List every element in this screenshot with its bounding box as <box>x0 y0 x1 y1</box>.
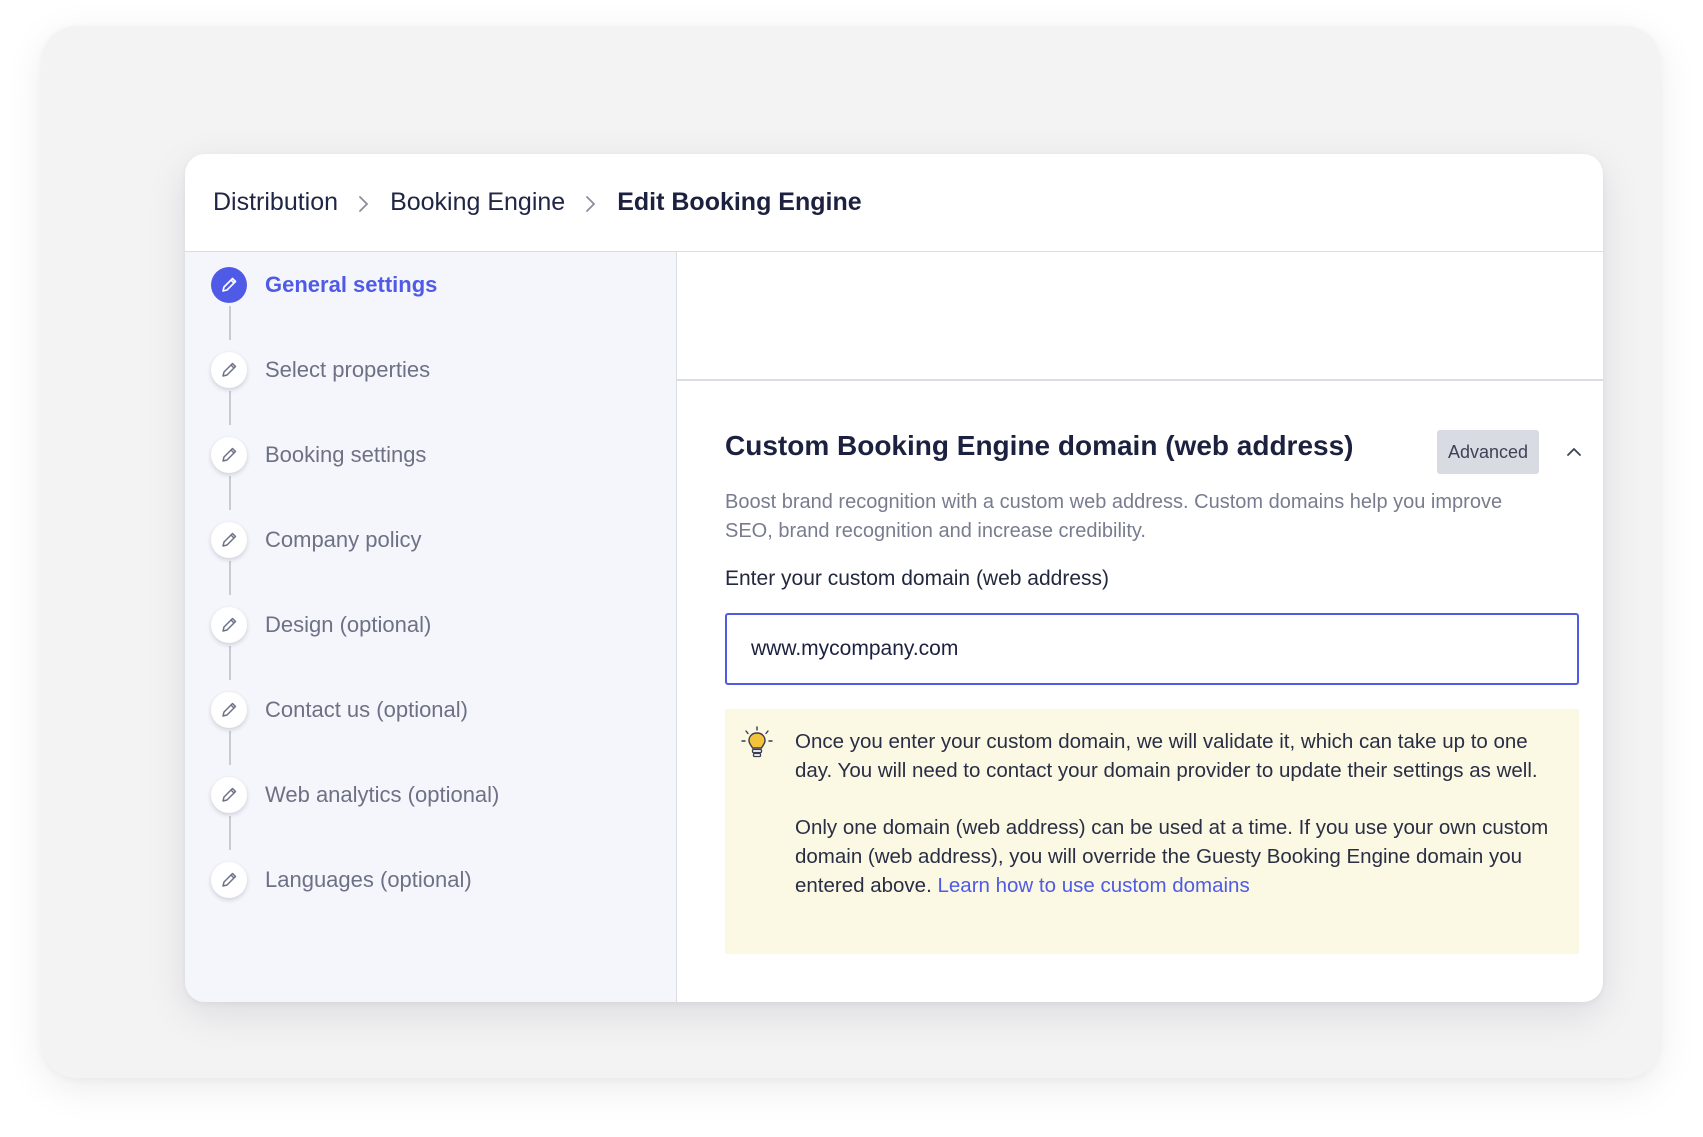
learn-custom-domains-link[interactable]: Learn how to use custom domains <box>937 874 1249 897</box>
step-connector <box>229 391 231 425</box>
chevron-right-icon <box>583 195 597 212</box>
section-divider <box>677 379 1603 381</box>
main-content: Custom Booking Engine domain (web addres… <box>677 252 1603 1002</box>
pencil-icon <box>211 267 247 303</box>
step-label: Design (optional) <box>265 612 432 637</box>
step-booking-settings[interactable]: Booking settings <box>211 436 426 474</box>
steps-sidebar: General settings Select properties Booki… <box>185 252 677 1002</box>
pencil-icon <box>211 862 247 898</box>
chevron-up-icon[interactable] <box>1562 440 1586 464</box>
page-background: Distribution Booking Engine Edit Booking… <box>42 26 1660 1078</box>
edit-booking-engine-card: Distribution Booking Engine Edit Booking… <box>185 154 1603 1002</box>
breadcrumb-item-booking-engine[interactable]: Booking Engine <box>390 188 565 217</box>
pencil-icon <box>211 692 247 728</box>
step-contact-us[interactable]: Contact us (optional) <box>211 691 468 729</box>
section-title: Custom Booking Engine domain (web addres… <box>725 430 1354 461</box>
info-paragraph: Only one domain (web address) can be use… <box>795 813 1565 900</box>
step-label: Company policy <box>265 527 422 552</box>
info-callout: Once you enter your custom domain, we wi… <box>725 709 1579 954</box>
info-paragraph: Once you enter your custom domain, we wi… <box>795 730 1538 782</box>
pencil-icon <box>211 522 247 558</box>
step-connector <box>229 816 231 850</box>
step-company-policy[interactable]: Company policy <box>211 521 422 559</box>
step-label: Contact us (optional) <box>265 697 468 722</box>
pencil-icon <box>211 777 247 813</box>
step-connector <box>229 476 231 510</box>
custom-domain-input[interactable] <box>725 613 1579 685</box>
step-general-settings[interactable]: General settings <box>211 266 437 304</box>
step-label: Languages (optional) <box>265 867 472 892</box>
step-web-analytics[interactable]: Web analytics (optional) <box>211 776 499 814</box>
step-connector <box>229 561 231 595</box>
info-text: Once you enter your custom domain, we wi… <box>795 727 1565 900</box>
pencil-icon <box>211 437 247 473</box>
step-connector <box>229 731 231 765</box>
step-design[interactable]: Design (optional) <box>211 606 431 644</box>
step-languages[interactable]: Languages (optional) <box>211 861 472 899</box>
domain-field-label: Enter your custom domain (web address) <box>725 567 1109 590</box>
chevron-right-icon <box>356 195 370 212</box>
step-label: Booking settings <box>265 442 427 467</box>
step-label: Select properties <box>265 357 431 382</box>
step-label: Web analytics (optional) <box>265 782 500 807</box>
pencil-icon <box>211 352 247 388</box>
step-connector <box>229 646 231 680</box>
step-label: General settings <box>265 272 438 297</box>
lightbulb-icon <box>739 725 775 761</box>
breadcrumb: Distribution Booking Engine Edit Booking… <box>185 154 1603 252</box>
step-connector <box>229 306 231 340</box>
advanced-badge: Advanced <box>1437 430 1539 474</box>
pencil-icon <box>211 607 247 643</box>
breadcrumb-item-distribution[interactable]: Distribution <box>213 188 338 217</box>
breadcrumb-item-current: Edit Booking Engine <box>617 188 862 216</box>
section-description: Boost brand recognition with a custom we… <box>725 491 1503 542</box>
step-select-properties[interactable]: Select properties <box>211 351 430 389</box>
